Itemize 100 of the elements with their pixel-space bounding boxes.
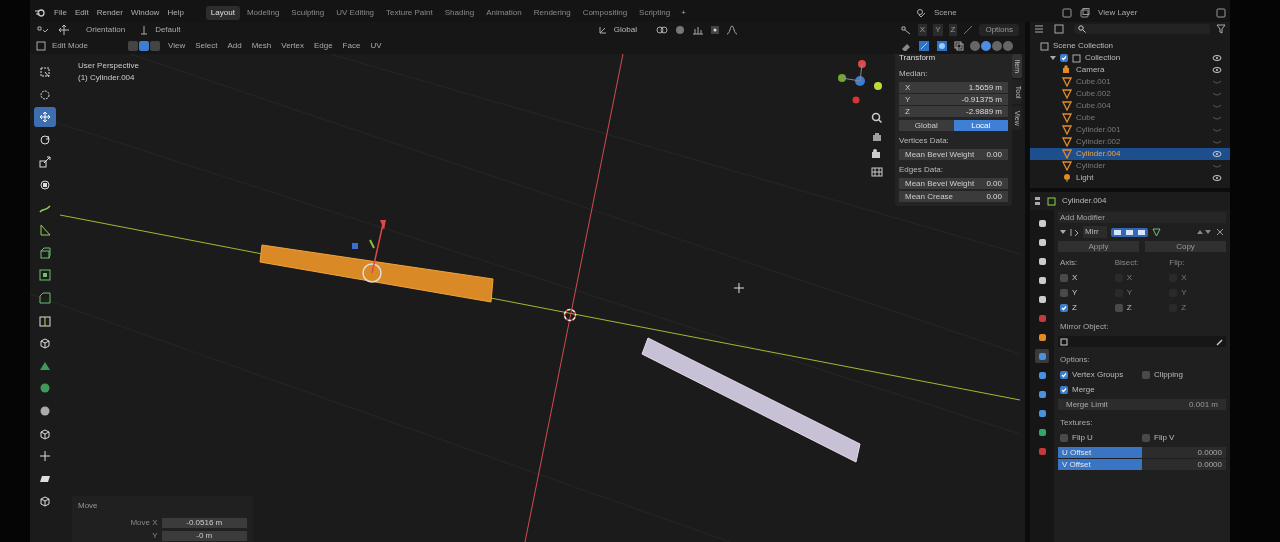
workspace-tab[interactable]: Scripting xyxy=(634,6,676,20)
grid-icon[interactable] xyxy=(871,166,883,178)
checkbox[interactable] xyxy=(1142,371,1150,379)
menu-item[interactable]: Window xyxy=(130,7,160,19)
menu-item[interactable]: UV xyxy=(368,40,384,52)
menu-item[interactable]: Vertex xyxy=(279,40,306,52)
checkbox[interactable] xyxy=(1060,54,1068,62)
menu-item[interactable]: Select xyxy=(193,40,220,52)
number-field[interactable]: Mean Bevel Weight 0.00 xyxy=(899,149,1008,160)
cage-icon xyxy=(1152,227,1161,237)
object-field[interactable] xyxy=(1058,336,1226,347)
field-label: Mean Crease xyxy=(905,190,954,203)
column-label: Bisect: xyxy=(1114,257,1140,269)
outliner-row[interactable]: Light xyxy=(1030,172,1230,184)
slider[interactable]: V Offset 0.0000 xyxy=(1058,459,1226,470)
menu-item[interactable]: Mesh xyxy=(249,40,274,52)
outliner-row[interactable]: Cylinder.001 xyxy=(1030,124,1230,136)
checkbox[interactable] xyxy=(1060,304,1068,312)
view-layer-selector[interactable]: View Layer xyxy=(1098,7,1208,19)
panel-title[interactable]: Move xyxy=(78,500,247,512)
menu-item[interactable]: Face xyxy=(340,40,363,52)
section-label: Vertices Data: xyxy=(899,135,950,147)
workspace-tab[interactable]: Rendering xyxy=(528,6,576,20)
pivot-dropdown[interactable]: Default xyxy=(155,24,216,36)
apply-button[interactable]: Apply xyxy=(1058,241,1139,252)
number-field[interactable]: X 1.5659 m xyxy=(899,82,1008,93)
search-field[interactable] xyxy=(1074,24,1210,34)
workspace-tab[interactable]: UV Editing xyxy=(331,6,380,20)
workspace-tab[interactable]: Modeling xyxy=(241,6,285,20)
copy-button[interactable]: Copy xyxy=(1145,241,1226,252)
select-mode-button[interactable] xyxy=(139,41,149,51)
shading-mode-button[interactable] xyxy=(1003,41,1013,51)
workspace-tab[interactable]: Animation xyxy=(481,6,527,20)
workspace-tab[interactable]: Sculpting xyxy=(286,6,330,20)
menu-item[interactable]: Render xyxy=(96,7,123,19)
tree-item-label: Light xyxy=(1076,172,1095,184)
section-label: Textures: xyxy=(1059,417,1094,429)
transform-orientation-dropdown[interactable]: Global xyxy=(613,24,650,36)
shading-mode-button[interactable] xyxy=(992,41,1002,51)
panel-title[interactable]: Transform xyxy=(899,54,1008,64)
checkbox[interactable] xyxy=(1142,434,1150,442)
visibility-toggles[interactable] xyxy=(1111,227,1148,237)
checkbox[interactable] xyxy=(1060,274,1068,282)
checkbox-label: Z xyxy=(1072,302,1077,314)
measure-icon xyxy=(39,224,51,237)
number-field[interactable]: Y -0.91375 m xyxy=(899,94,1008,105)
checkbox[interactable] xyxy=(1060,371,1068,379)
zoom-icon[interactable] xyxy=(871,112,883,124)
add-workspace-button[interactable]: + xyxy=(677,7,690,19)
field-label: Y xyxy=(151,530,158,542)
checkbox[interactable] xyxy=(1060,386,1068,394)
axis-toggle[interactable]: X xyxy=(917,24,928,36)
number-field[interactable]: -0.0516 m xyxy=(161,518,247,528)
add-modifier-dropdown[interactable]: Add Modifier xyxy=(1058,212,1226,223)
field-label: Z xyxy=(905,105,910,118)
number-field[interactable]: Mean Bevel Weight 0.00 xyxy=(899,178,1008,189)
slider[interactable]: U Offset 0.0000 xyxy=(1058,447,1226,458)
number-field[interactable]: Merge Limit 0.001 m xyxy=(1058,399,1226,410)
options-dropdown[interactable]: Options xyxy=(979,24,1019,36)
menu-item[interactable]: Help xyxy=(167,7,184,19)
shading-mode-button[interactable] xyxy=(970,41,980,51)
menu-item[interactable]: Edge xyxy=(311,40,335,52)
axis-toggle[interactable]: Y xyxy=(933,24,943,36)
outliner-row[interactable]: Cylinder.002 xyxy=(1030,136,1230,148)
menu-item[interactable]: File xyxy=(54,7,67,19)
outliner-row[interactable]: Cylinder.004 xyxy=(1030,148,1230,160)
scene-selector[interactable]: Scene xyxy=(934,7,1054,19)
number-field[interactable]: -0 m xyxy=(161,531,247,541)
outliner-row[interactable]: Camera xyxy=(1030,64,1230,76)
tree-item[interactable]: Scene Collection xyxy=(1053,40,1114,52)
increment-icon xyxy=(691,25,704,35)
modifier-name-field[interactable]: Mirr xyxy=(1083,226,1107,238)
outliner-row[interactable]: Cube.004 xyxy=(1030,100,1230,112)
checkbox[interactable] xyxy=(1060,289,1068,297)
workspace-tab[interactable]: Layout xyxy=(205,6,240,20)
tree-item[interactable]: Collection xyxy=(1085,52,1208,64)
toggle-button[interactable]: Global xyxy=(899,120,954,131)
navigation-gizmo xyxy=(838,60,882,104)
spin-icon xyxy=(39,382,51,395)
outliner-row[interactable]: Cube.002 xyxy=(1030,88,1230,100)
outliner-row[interactable]: Cylinder xyxy=(1030,160,1230,172)
workspace-tab[interactable]: Texture Paint xyxy=(381,6,438,20)
workspace-tab[interactable]: Compositing xyxy=(577,6,633,20)
number-field[interactable]: Mean Crease 0.00 xyxy=(899,191,1008,202)
toggle-button[interactable]: Local xyxy=(953,120,1008,131)
menu-item[interactable]: View xyxy=(166,40,188,52)
number-field[interactable]: Z -2.9889 m xyxy=(899,106,1008,117)
outliner-row[interactable]: Cube.001 xyxy=(1030,76,1230,88)
mode-dropdown[interactable]: Edit Mode xyxy=(52,40,122,52)
expand-arrow-icon[interactable] xyxy=(1050,55,1056,61)
menu-item[interactable]: Edit xyxy=(74,7,89,19)
axis-toggle[interactable]: Z xyxy=(948,24,958,36)
menu-item[interactable]: Add xyxy=(225,40,244,52)
tree-item-label: Cylinder.001 xyxy=(1076,124,1122,136)
shading-mode-button[interactable] xyxy=(981,41,991,51)
outliner-row[interactable]: Cube xyxy=(1030,112,1230,124)
workspace-tab[interactable]: Shading xyxy=(439,6,480,20)
checkbox[interactable] xyxy=(1060,434,1068,442)
tool-button[interactable] xyxy=(34,107,56,128)
checkbox[interactable] xyxy=(1114,304,1123,312)
